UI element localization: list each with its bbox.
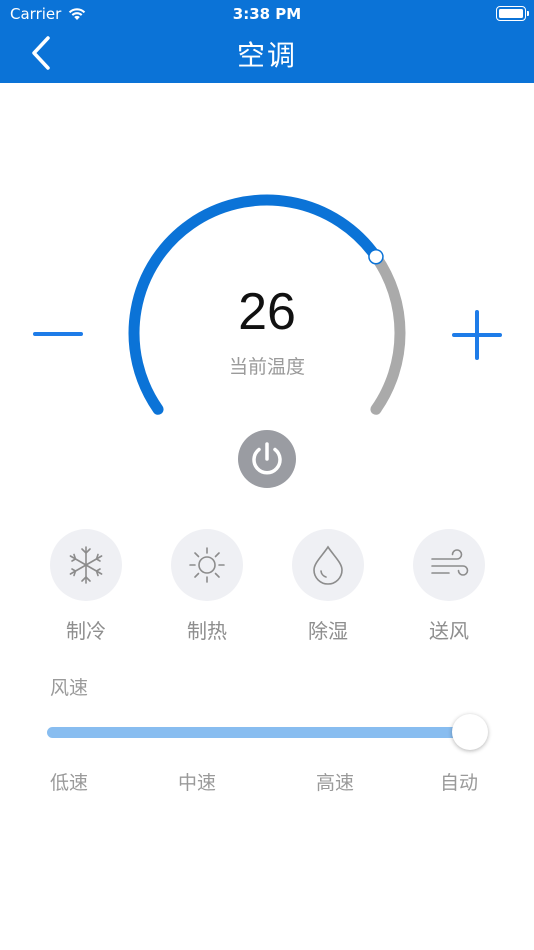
power-icon xyxy=(252,442,282,475)
fan-speed-high[interactable]: 高速 xyxy=(316,768,354,795)
dial-arc-inactive xyxy=(370,251,406,415)
droplet-icon xyxy=(313,545,343,585)
mode-dehumidify[interactable]: 除湿 xyxy=(292,529,364,644)
fan-speed-slider[interactable] xyxy=(47,712,489,752)
fan-speed-thumb[interactable] xyxy=(452,714,488,750)
wind-icon xyxy=(431,549,469,576)
snowflake-icon xyxy=(69,546,103,584)
mode-dehumidify-label: 除湿 xyxy=(308,619,348,643)
power-button[interactable] xyxy=(238,430,296,488)
sun-icon xyxy=(189,547,225,583)
current-temperature: 26 xyxy=(238,283,296,341)
increase-temperature-button[interactable] xyxy=(450,308,504,362)
fan-speed-track xyxy=(47,727,469,738)
mode-fan[interactable]: 送风 xyxy=(413,529,485,644)
fan-speed-auto[interactable]: 自动 xyxy=(440,768,478,795)
dial-knob xyxy=(368,248,384,265)
fan-speed-low[interactable]: 低速 xyxy=(50,768,88,795)
mode-heat[interactable]: 制热 xyxy=(171,529,243,644)
mode-cool[interactable]: 制冷 xyxy=(50,529,122,644)
mode-heat-label: 制热 xyxy=(187,619,227,643)
temperature-dial[interactable] xyxy=(0,0,534,500)
fan-speed-title: 风速 xyxy=(50,677,89,699)
mode-cool-label: 制冷 xyxy=(66,619,106,643)
mode-fan-circle xyxy=(413,529,485,601)
mode-heat-circle xyxy=(171,529,243,601)
mode-cool-circle xyxy=(50,529,122,601)
decrease-temperature-button[interactable] xyxy=(30,314,86,354)
mode-dehumidify-circle xyxy=(292,529,364,601)
fan-speed-medium[interactable]: 中速 xyxy=(178,768,216,795)
current-temperature-label: 当前温度 xyxy=(228,356,305,378)
mode-fan-label: 送风 xyxy=(429,619,469,643)
